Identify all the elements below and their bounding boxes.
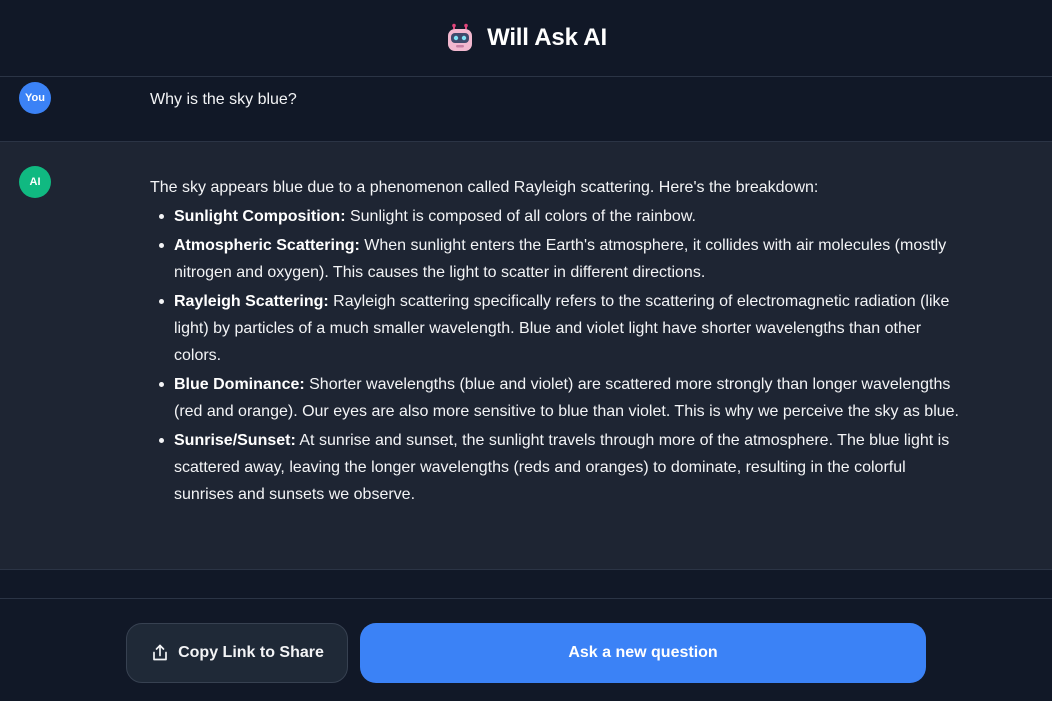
ask-new-question-label: Ask a new question: [568, 644, 718, 661]
ask-new-question-button[interactable]: Ask a new question: [360, 623, 926, 683]
footer-divider: [0, 598, 1052, 599]
copy-link-label: Copy Link to Share: [178, 644, 324, 661]
list-item-term: Blue Dominance:: [174, 376, 305, 393]
user-avatar: You: [19, 82, 51, 114]
list-item-term: Sunrise/Sunset:: [174, 432, 296, 449]
ai-message-body: The sky appears blue due to a phenomenon…: [150, 174, 960, 510]
list-item: Blue Dominance: Shorter wavelengths (blu…: [150, 371, 960, 425]
copy-link-button[interactable]: Copy Link to Share: [126, 623, 348, 683]
list-item: Sunrise/Sunset: At sunrise and sunset, t…: [150, 427, 960, 508]
app-title: Will Ask AI: [487, 24, 607, 51]
share-icon: [153, 644, 167, 661]
list-item-term: Sunlight Composition:: [174, 208, 346, 225]
list-item: Sunlight Composition: Sunlight is compos…: [150, 203, 960, 230]
user-message: You Why is the sky blue?: [0, 77, 1052, 142]
list-item-term: Rayleigh Scattering:: [174, 293, 329, 310]
list-item: Atmospheric Scattering: When sunlight en…: [150, 232, 960, 286]
user-message-text: Why is the sky blue?: [150, 91, 297, 108]
app-header: Will Ask AI: [0, 0, 1052, 77]
logo: Will Ask AI: [445, 23, 607, 53]
list-item: Rayleigh Scattering: Rayleigh scattering…: [150, 288, 960, 369]
list-item-text: Sunlight is composed of all colors of th…: [345, 208, 696, 225]
robot-icon: [448, 23, 473, 51]
ai-intro-text: The sky appears blue due to a phenomenon…: [150, 179, 819, 196]
ai-message: AI The sky appears blue due to a phenome…: [0, 142, 1052, 570]
ai-avatar: AI: [19, 166, 51, 198]
ai-bullet-list: Sunlight Composition: Sunlight is compos…: [150, 203, 960, 508]
list-item-term: Atmospheric Scattering:: [174, 237, 360, 254]
